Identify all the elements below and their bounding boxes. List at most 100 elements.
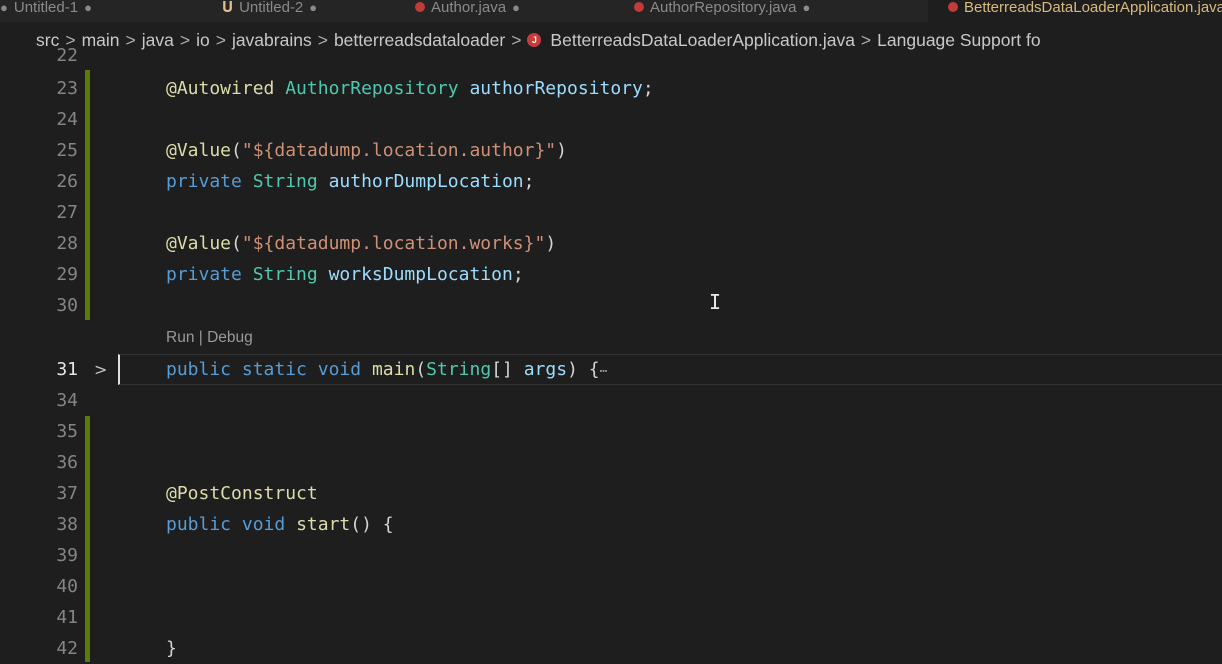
tab-label: BetterreadsDataLoaderApplication.java [964, 0, 1222, 16]
code-text: private String authorDumpLocation; [166, 166, 535, 197]
modified-dot-icon[interactable]: ● [0, 0, 8, 15]
line-number: 30 [56, 295, 78, 316]
code-token: ) [556, 140, 567, 161]
line-number: 25 [56, 140, 78, 161]
code-token: start [296, 514, 351, 535]
line-number: 28 [56, 233, 78, 254]
code-text: } [166, 633, 177, 664]
java-file-icon [415, 2, 425, 12]
modified-dot-icon[interactable]: ● [512, 0, 520, 15]
tab-label: Untitled-2 [239, 0, 304, 16]
code-text: @Value("${datadump.location.works}") [166, 228, 556, 259]
code-token: String [252, 171, 318, 192]
code-token: void [317, 359, 362, 380]
code-token: "${datadump.location.works}" [241, 233, 546, 254]
tab-label: Author.java [431, 0, 507, 16]
code-line[interactable]: 26 private String authorDumpLocation; [0, 166, 1222, 197]
line-number: 42 [56, 638, 78, 659]
code-text: private String worksDumpLocation; [166, 259, 524, 290]
code-token: worksDumpLocation [328, 264, 513, 285]
tab-label: AuthorRepository.java [650, 0, 797, 16]
code-text: @Autowired AuthorRepository authorReposi… [166, 73, 654, 104]
code-token: @Value [166, 140, 232, 161]
code-token: ; [642, 78, 654, 99]
code-line: 22 [0, 40, 1222, 71]
code-token: String [252, 264, 318, 285]
code-token: public [166, 514, 232, 535]
code-text: @Value("${datadump.location.author}") [166, 135, 567, 166]
code-token: @PostConstruct [166, 483, 318, 504]
line-number: 23 [56, 78, 78, 99]
modified-dot-icon[interactable]: ● [802, 0, 810, 15]
code-line[interactable]: 39 [0, 540, 1222, 571]
code-token: ( [231, 233, 242, 254]
code-token: private [166, 264, 242, 285]
tab-label: Untitled-1 [13, 0, 79, 16]
line-number: 35 [56, 421, 78, 442]
tab-author-repository-java[interactable]: AuthorRepository.java ● [634, 0, 810, 22]
code-token: static [241, 359, 307, 380]
code-line[interactable]: 42} [0, 633, 1222, 664]
code-token: [] [491, 359, 524, 380]
tab-betterreads-application-java[interactable]: BetterreadsDataLoaderApplication.java [928, 0, 1222, 22]
code-line[interactable]: 31 public static void main(String[] args)… [0, 354, 1222, 385]
code-line[interactable]: 24 [0, 104, 1222, 135]
code-line[interactable]: 41 [0, 602, 1222, 633]
code-token: String [426, 359, 492, 380]
line-number: 24 [56, 109, 78, 130]
run-debug-codelens[interactable]: Run | Debug [166, 327, 253, 349]
untitled-file-icon: 𝐔 [222, 0, 234, 16]
code-token: main [371, 359, 416, 380]
code-line[interactable]: 34 [0, 385, 1222, 416]
code-token: ) [545, 233, 557, 254]
line-number: 29 [56, 264, 78, 285]
line-number: 40 [56, 576, 78, 597]
line-number: 38 [56, 514, 78, 535]
code-line[interactable]: 25 @Value("${datadump.location.author}") [0, 135, 1222, 166]
code-text: public void start() { [166, 509, 394, 540]
line-number: 41 [56, 607, 78, 628]
code-token: public [166, 359, 232, 380]
modified-dot-icon[interactable]: ● [84, 0, 92, 15]
code-line[interactable]: 29 private String worksDumpLocation; [0, 259, 1222, 290]
code-line[interactable]: 27 [0, 197, 1222, 228]
code-token: @Autowired [166, 78, 275, 99]
tab-author-java[interactable]: Author.java ● [415, 0, 520, 22]
code-token: @Value [166, 233, 232, 254]
tab-untitled-1[interactable]: ● Untitled-1 ● [0, 0, 92, 22]
code-text: public static void main(String[] args) {… [166, 354, 607, 387]
code-token: void [241, 514, 286, 535]
modified-dot-icon[interactable]: ● [309, 0, 317, 15]
code-token: () { [350, 514, 394, 535]
code-line[interactable]: 23 @Autowired AuthorRepository authorRepo… [0, 73, 1222, 104]
code-text: @PostConstruct [166, 478, 318, 509]
code-token: "${datadump.location.author}" [241, 140, 557, 161]
code-line[interactable]: 35 [0, 416, 1222, 447]
line-number: 31 [56, 359, 78, 380]
code-line[interactable]: 30 [0, 290, 1222, 321]
code-line[interactable]: 36 [0, 447, 1222, 478]
code-line[interactable]: 40 [0, 571, 1222, 602]
folded-ellipsis-icon[interactable]: ⋯ [600, 364, 608, 379]
code-editor[interactable]: 22 > Run | Debug 23 @Autowired AuthorRepo… [0, 45, 1222, 664]
code-token: args [523, 359, 568, 380]
code-token: AuthorRepository [285, 78, 459, 99]
code-line[interactable]: 28 @Value("${datadump.location.works}") [0, 228, 1222, 259]
line-number: 26 [56, 171, 78, 192]
line-number: 34 [56, 390, 78, 411]
tab-untitled-2[interactable]: 𝐔 Untitled-2 ● [222, 0, 317, 22]
code-line[interactable]: 38 public void start() { [0, 509, 1222, 540]
code-token: ( [415, 359, 427, 380]
code-token: ; [512, 264, 524, 285]
line-number: 36 [56, 452, 78, 473]
code-line[interactable]: 37 @PostConstruct [0, 478, 1222, 509]
line-number: 39 [56, 545, 78, 566]
